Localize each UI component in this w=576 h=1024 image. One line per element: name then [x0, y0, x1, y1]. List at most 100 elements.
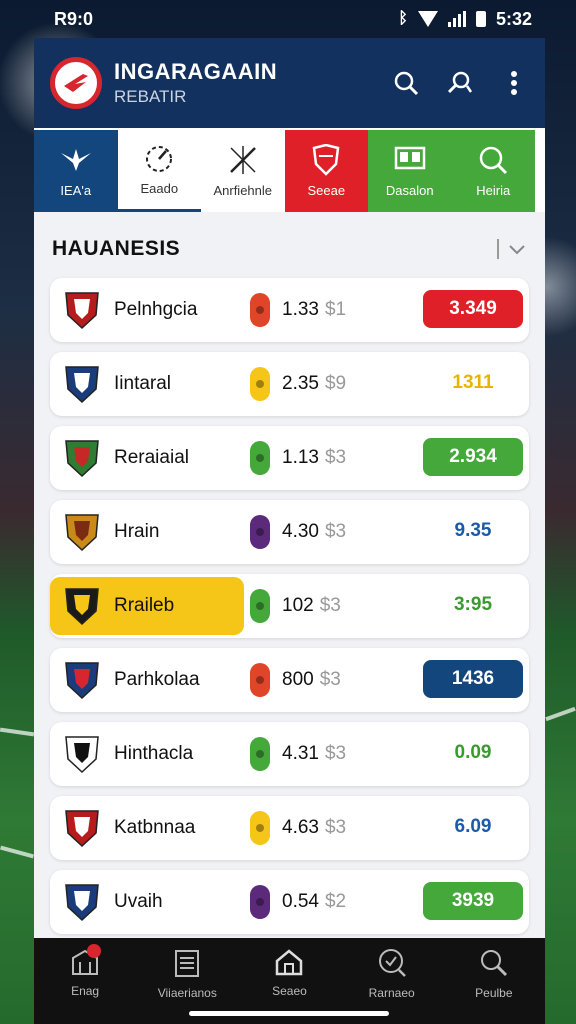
team-name: Iintaral: [114, 373, 172, 394]
tab-label: Heiria: [476, 182, 511, 198]
odds-currency: $3: [324, 817, 347, 838]
team-block: Katbnnaa: [50, 799, 244, 857]
tab-label: Dasalon: [385, 182, 434, 198]
tab-label: Seeae: [307, 182, 346, 198]
bluetooth-icon: ᛒ: [398, 10, 408, 27]
app-logo[interactable]: [50, 57, 102, 109]
odds-currency: $3: [319, 595, 341, 616]
tab-4[interactable]: Dasalon: [368, 130, 452, 212]
value-badge[interactable]: 3939: [423, 882, 523, 920]
value-badge[interactable]: 1436: [423, 660, 523, 698]
table-row[interactable]: Uvaih 0.54 $2 3939: [50, 870, 529, 934]
odds-number: 102: [282, 595, 314, 616]
value-badge[interactable]: 2.934: [423, 438, 523, 476]
odds-value: 2.35 $9: [282, 373, 346, 395]
table-row[interactable]: Rraileb 102 $3 3:95: [50, 574, 529, 638]
tab-3[interactable]: Seeae: [284, 130, 368, 212]
nav-label: Seaeo: [272, 984, 307, 998]
nav-label: Peulbe: [475, 986, 513, 1000]
search-icon[interactable]: [391, 70, 421, 96]
value-badge[interactable]: 9.35: [423, 512, 523, 550]
table-row[interactable]: Iintaral 2.35 $9 1311: [50, 352, 529, 416]
rows-container: Pelnhgcia 1.33 $1 3.349 Iintaral 2.35 $9 1311 Re…: [34, 278, 545, 934]
nav-item-4[interactable]: Peulbe: [444, 948, 544, 1000]
bottom-navigation: Enag Viiaerianos Seaeo Rarnaeo Peulbe: [34, 938, 545, 1024]
odds-value: 4.63 $3: [282, 817, 346, 839]
team-block: Hinthacla: [50, 725, 244, 783]
section-header: HAUANESIS: [34, 220, 545, 278]
odds-number: 1.13: [282, 447, 319, 468]
search-icon: [478, 145, 508, 175]
tab-label: IEA'a: [60, 182, 92, 198]
nav-label: Rarnaeo: [368, 986, 415, 1000]
odds-number: 0.54: [282, 891, 319, 912]
nav-label: Viiaerianos: [157, 986, 217, 1000]
form-indicator-icon: [250, 441, 270, 475]
home-icon: [276, 949, 303, 976]
filter-search-icon[interactable]: [445, 70, 475, 96]
search-icon: [378, 949, 406, 977]
app-window: INGARAGAAIN REBATIR IEA'a Eaado Anrfiehn…: [34, 38, 545, 1024]
team-crest-icon: [62, 511, 102, 553]
team-crest-icon: [62, 881, 102, 923]
clipboard-icon: [175, 950, 200, 977]
odds-currency: $3: [319, 669, 341, 690]
table-row[interactable]: Katbnnaa 4.63 $3 6.09: [50, 796, 529, 860]
nav-item-0[interactable]: Enag: [35, 944, 135, 998]
tab-label: Anrfiehnle: [213, 182, 273, 198]
app-title: INGARAGAAIN: [114, 59, 278, 84]
odds-number: 4.63: [282, 817, 319, 838]
odds-currency: $1: [324, 299, 347, 320]
cross-arrows-icon: [227, 145, 259, 175]
odds-currency: $9: [324, 373, 347, 394]
team-block: Pelnhgcia: [50, 281, 244, 339]
team-crest-icon: [62, 733, 102, 775]
battery-icon: [475, 11, 486, 27]
odds-value: 4.30 $3: [282, 521, 346, 543]
form-indicator-icon: [250, 515, 270, 549]
standings-list: HAUANESIS Pelnhgcia 1.33 $1 3.349 Iintaral 2.…: [34, 212, 545, 952]
form-indicator-icon: [250, 589, 270, 623]
odds-currency: $3: [324, 743, 347, 764]
home-indicator[interactable]: [189, 1011, 389, 1016]
odds-value: 102 $3: [282, 595, 341, 617]
chevron-down-icon[interactable]: [509, 239, 525, 260]
table-row[interactable]: Hinthacla 4.31 $3 0.09: [50, 722, 529, 786]
nav-item-2[interactable]: Seaeo: [239, 948, 339, 998]
table-row[interactable]: Pelnhgcia 1.33 $1 3.349: [50, 278, 529, 342]
team-name: Reraiaial: [114, 447, 189, 468]
odds-currency: $3: [324, 447, 347, 468]
odds-value: 0.54 $2: [282, 891, 346, 913]
table-row[interactable]: Parhkolaa 800 $3 1436: [50, 648, 529, 712]
form-indicator-icon: [250, 811, 270, 845]
table-row[interactable]: Hrain 4.30 $3 9.35: [50, 500, 529, 564]
team-crest-icon: [62, 807, 102, 849]
tab-0[interactable]: IEA'a: [34, 130, 118, 212]
team-crest-icon: [62, 363, 102, 405]
table-row[interactable]: Reraiaial 1.13 $3 2.934: [50, 426, 529, 490]
tab-label: Eaado: [140, 181, 179, 196]
tab-1[interactable]: Eaado: [117, 130, 201, 212]
nav-item-3[interactable]: Rarnaeo: [342, 948, 442, 1000]
team-name: Hrain: [114, 521, 160, 542]
more-options-icon[interactable]: [499, 70, 529, 96]
shield-icon: [311, 143, 341, 176]
odds-number: 4.31: [282, 743, 319, 764]
tab-5[interactable]: Heiria: [451, 130, 535, 212]
value-badge[interactable]: 3:95: [423, 586, 523, 624]
value-badge[interactable]: 6.09: [423, 808, 523, 846]
tab-2[interactable]: Anrfiehnle: [201, 130, 285, 212]
value-badge[interactable]: 0.09: [423, 734, 523, 772]
team-name: Hinthacla: [114, 743, 194, 764]
nav-item-1[interactable]: Viiaerianos: [137, 948, 237, 1000]
value-badge[interactable]: 3.349: [423, 290, 523, 328]
notification-badge: [87, 944, 102, 958]
team-block: Reraiaial: [50, 429, 244, 487]
value-badge[interactable]: 1311: [423, 364, 523, 402]
status-bar: R9:0 ᛒ 5:32: [0, 0, 576, 38]
team-name: Parhkolaa: [114, 669, 200, 690]
category-tabs: IEA'a Eaado Anrfiehnle Seeae Dasalon Hei…: [34, 130, 545, 212]
wifi-icon: [417, 11, 438, 27]
divider: [497, 239, 499, 259]
odds-value: 800 $3: [282, 669, 341, 691]
